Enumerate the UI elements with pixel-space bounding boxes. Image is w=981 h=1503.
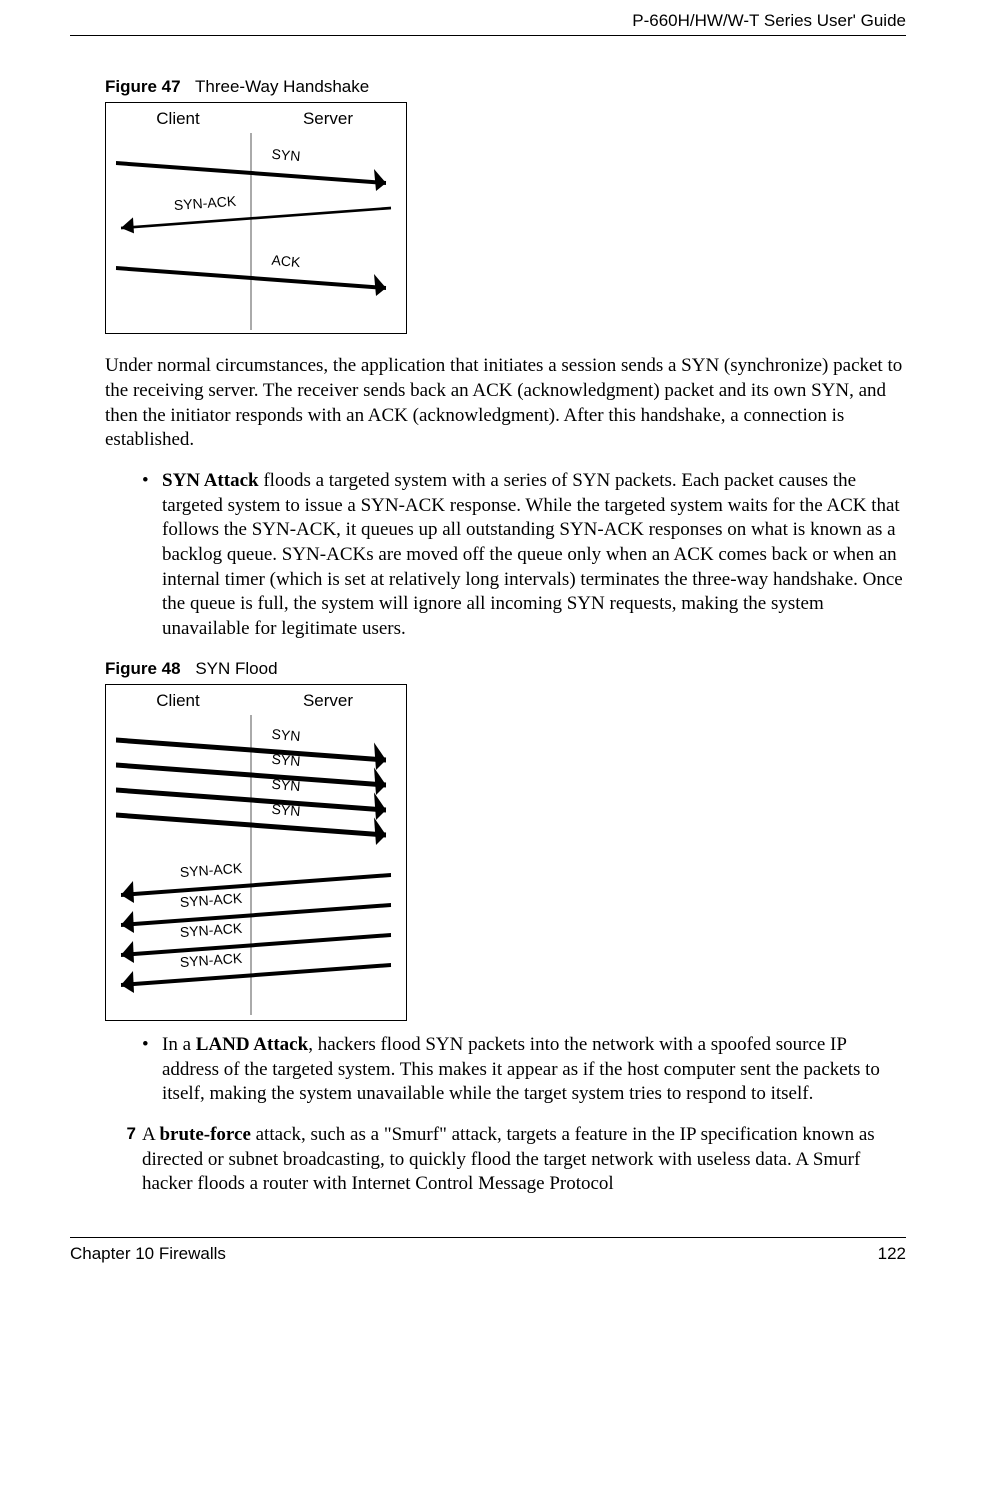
figure-48-diagram: Client Server SYN SYN [105, 684, 407, 1021]
arrow-left-icon [116, 208, 391, 228]
footer-page-number: 122 [878, 1243, 906, 1265]
figure-48-syn3: SYN [271, 775, 301, 796]
arrow-left-icon [116, 935, 391, 955]
figure-48-client-label: Client [106, 690, 250, 712]
numbered-item-7: 7 A brute-force attack, such as a "Smurf… [142, 1123, 906, 1197]
figure-47-syn-label: SYN [271, 145, 301, 166]
figure-48-syn4: SYN [271, 800, 301, 821]
figure-47-caption: Figure 47 Three-Way Handshake [105, 76, 906, 98]
figure-48-syn1: SYN [271, 725, 301, 746]
brute-bold: brute-force [159, 1124, 250, 1145]
figure-48-caption: Figure 48 SYN Flood [105, 658, 906, 680]
page-footer: Chapter 10 Firewalls 122 [70, 1237, 906, 1265]
syn-attack-text: floods a targeted system with a series o… [162, 470, 903, 639]
syn-attack-bold: SYN Attack [162, 470, 259, 491]
arrow-right-icon [116, 790, 391, 810]
figure-48-syn2: SYN [271, 750, 301, 771]
arrow-left-icon [116, 875, 391, 895]
arrow-right-icon [116, 765, 391, 785]
figure-47-label: Figure 47 [105, 77, 181, 96]
brute-pre: A [142, 1124, 159, 1145]
figure-48-server-label: Server [250, 690, 406, 712]
arrow-right-icon [116, 163, 391, 183]
figure-48-title: SYN Flood [195, 659, 277, 678]
page-header: P-660H/HW/W-T Series User' Guide [70, 10, 906, 36]
figure-47-title: Three-Way Handshake [195, 77, 369, 96]
bullet-land-attack: • In a LAND Attack, hackers flood SYN pa… [142, 1033, 906, 1107]
arrow-left-icon [116, 965, 391, 985]
land-bold: LAND Attack [196, 1034, 308, 1055]
figure-47-client-label: Client [106, 108, 250, 130]
arrow-right-icon [116, 268, 391, 288]
paragraph-intro: Under normal circumstances, the applicat… [105, 354, 906, 453]
bullet-icon: • [142, 469, 162, 642]
bullet-syn-attack: • SYN Attack floods a targeted system wi… [142, 469, 906, 642]
arrow-left-icon [116, 905, 391, 925]
figure-47-ack-label: ACK [271, 251, 301, 272]
land-pre: In a [162, 1034, 196, 1055]
figure-47-server-label: Server [250, 108, 406, 130]
footer-chapter: Chapter 10 Firewalls [70, 1243, 226, 1265]
brute-rest: attack, such as a "Smurf" attack, target… [142, 1124, 875, 1194]
bullet-icon: • [142, 1033, 162, 1107]
figure-47-diagram: Client Server SYN SY [105, 102, 407, 334]
number-7: 7 [116, 1123, 142, 1197]
figure-48-label: Figure 48 [105, 659, 181, 678]
guide-title: P-660H/HW/W-T Series User' Guide [632, 11, 906, 30]
arrow-right-icon [116, 740, 391, 760]
arrow-right-icon [116, 815, 391, 835]
